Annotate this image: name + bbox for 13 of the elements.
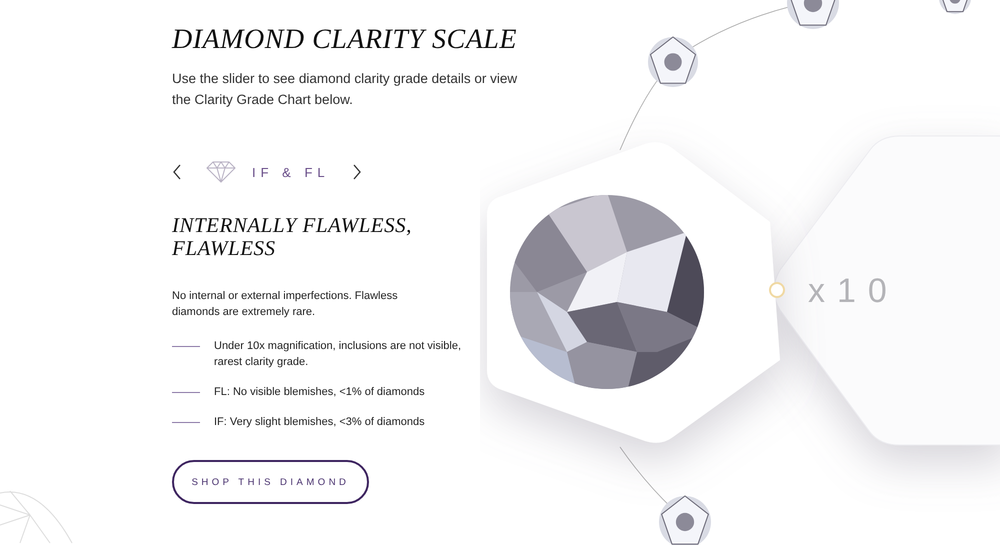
grade-description: No internal or external imperfections. Flawless diamonds are extremely rare. [172, 289, 399, 320]
shop-button[interactable]: SHOP THIS DIAMOND [172, 460, 369, 504]
intro-text: Use the slider to see diamond clarity grade details or view the Clarity Grade Chart below. [172, 70, 518, 109]
detail-text: Under 10x magnification, inclusions are not visible, rarest clarity grade. [214, 339, 462, 370]
magnification-label: x10 [808, 272, 899, 310]
grade-label: IF & FL [252, 164, 330, 180]
detail-text: FL: No visible blemishes, <1% of diamonds [214, 385, 426, 400]
detail-text: IF: Very slight blemishes, <3% of diamonds [214, 415, 426, 430]
next-button[interactable] [352, 164, 362, 180]
diamond-icon [206, 161, 236, 183]
page-title: DIAMOND CLARITY SCALE [172, 23, 517, 57]
grade-title: INTERNALLY FLAWLESS, FLAWLESS [172, 214, 413, 260]
previous-button[interactable] [172, 164, 182, 180]
